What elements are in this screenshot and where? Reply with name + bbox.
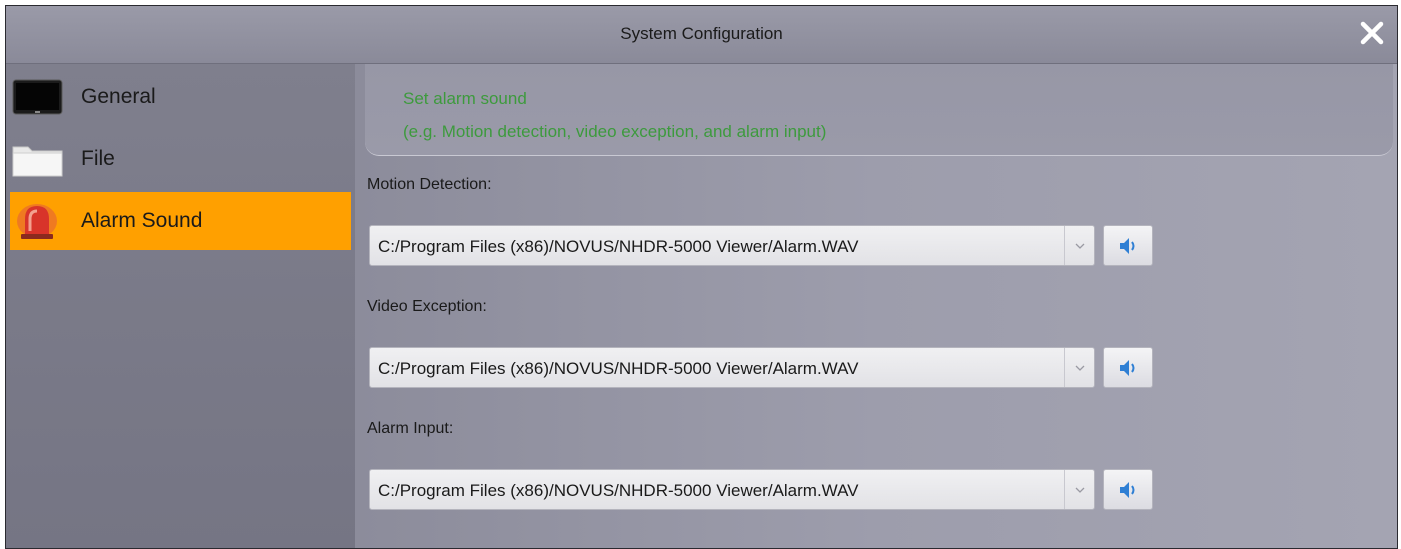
close-button[interactable] [1359,20,1385,46]
sidebar-item-alarm-sound[interactable]: Alarm Sound [10,192,351,250]
dropdown-arrow[interactable] [1064,470,1094,509]
title-bar: System Configuration [6,6,1397,64]
sidebar-item-label: General [81,85,156,108]
select-value: C:/Program Files (x86)/NOVUS/NHDR-5000 V… [378,359,859,378]
alarm-input-label: Alarm Input: [367,420,454,437]
dropdown-arrow[interactable] [1064,348,1094,387]
select-value: C:/Program Files (x86)/NOVUS/NHDR-5000 V… [378,481,859,500]
sidebar: General File Alarm Sound [6,64,355,548]
folder-icon [12,146,63,177]
motion-detection-sound-select[interactable]: C:/Program Files (x86)/NOVUS/NHDR-5000 V… [369,225,1095,266]
sidebar-item-general[interactable]: General [10,68,351,126]
monitor-icon [12,79,63,115]
video-exception-label: Video Exception: [367,298,487,315]
system-configuration-window: System Configuration General File Alarm … [5,5,1398,549]
chevron-down-icon [1075,243,1084,249]
hint-description: (e.g. Motion detection, video exception,… [403,122,827,141]
sidebar-item-file[interactable]: File [10,130,351,188]
chevron-down-icon [1075,487,1084,493]
play-alarm-input-sound-button[interactable] [1103,469,1153,510]
video-exception-sound-select[interactable]: C:/Program Files (x86)/NOVUS/NHDR-5000 V… [369,347,1095,388]
alarm-light-icon [17,204,57,239]
dropdown-arrow[interactable] [1064,226,1094,265]
alarm-input-sound-select[interactable]: C:/Program Files (x86)/NOVUS/NHDR-5000 V… [369,469,1095,510]
close-icon [1360,21,1384,45]
chevron-down-icon [1075,365,1084,371]
play-video-exception-sound-button[interactable] [1103,347,1153,388]
window-title: System Configuration [620,24,783,43]
hint-box: Set alarm sound (e.g. Motion detection, … [365,64,1393,156]
speaker-icon [1120,481,1135,498]
hint-title: Set alarm sound [403,89,527,108]
select-value: C:/Program Files (x86)/NOVUS/NHDR-5000 V… [378,237,859,256]
sidebar-item-label: Alarm Sound [81,209,203,232]
speaker-icon [1120,237,1135,254]
alarm-sound-panel: Set alarm sound (e.g. Motion detection, … [355,64,1397,548]
motion-detection-label: Motion Detection: [367,176,492,193]
play-motion-detection-sound-button[interactable] [1103,225,1153,266]
speaker-icon [1120,359,1135,376]
sidebar-item-label: File [81,147,115,170]
